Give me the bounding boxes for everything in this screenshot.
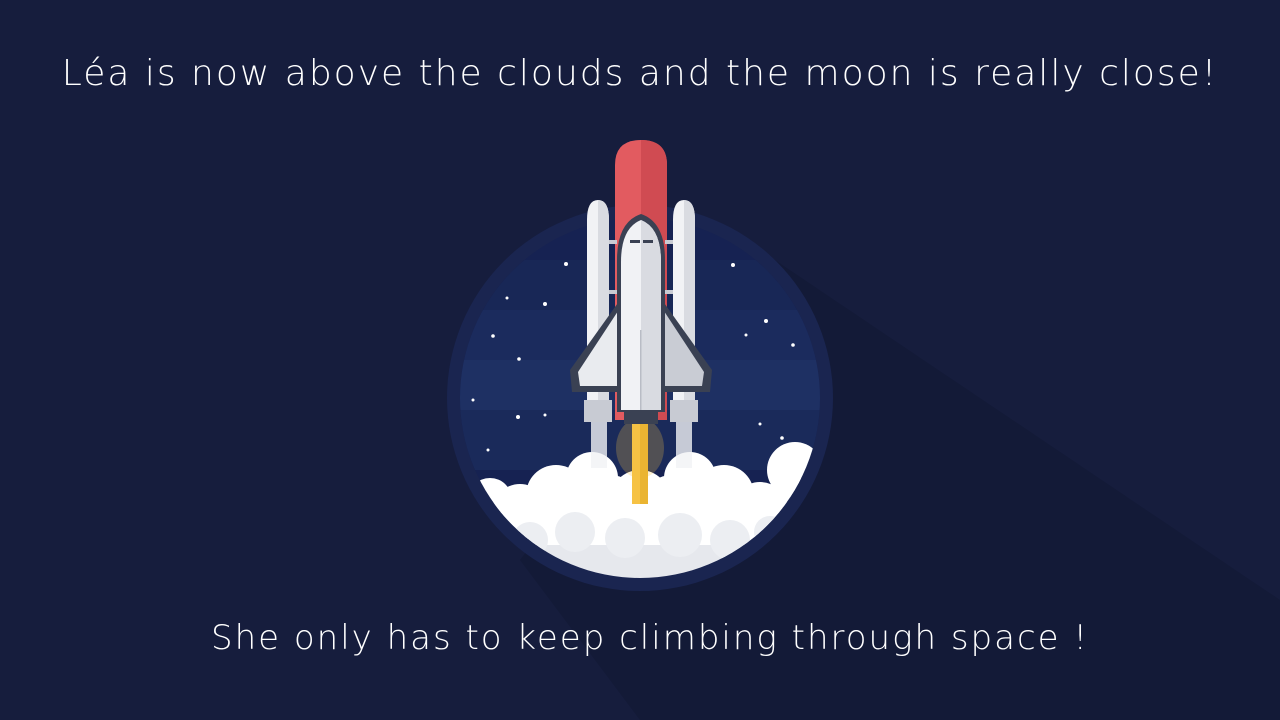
story-slide: Léa is now above the clouds and the moon…	[0, 0, 1280, 720]
story-text-bottom: She only has to keep climbing through sp…	[210, 618, 1090, 658]
